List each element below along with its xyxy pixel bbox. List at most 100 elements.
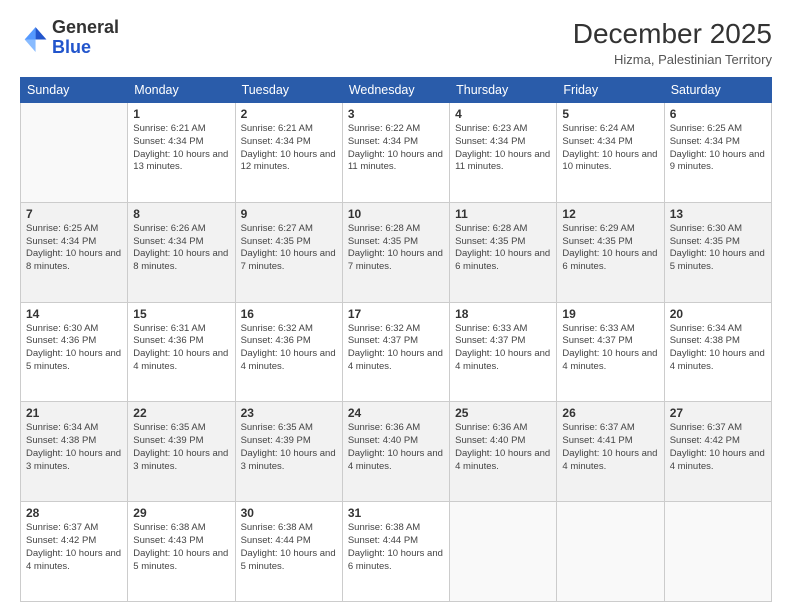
day-info: Sunrise: 6:36 AM Sunset: 4:40 PM Dayligh… [455, 422, 551, 473]
calendar-table: SundayMondayTuesdayWednesdayThursdayFrid… [20, 77, 772, 602]
calendar-cell: 2 Sunrise: 6:21 AM Sunset: 4:34 PM Daylig… [235, 103, 342, 203]
calendar-cell: 18 Sunrise: 6:33 AM Sunset: 4:37 PM Dayli… [450, 302, 557, 402]
logo-text: General Blue [52, 18, 119, 58]
day-number: 24 [348, 406, 444, 420]
calendar-cell: 15 Sunrise: 6:31 AM Sunset: 4:36 PM Dayli… [128, 302, 235, 402]
calendar-cell [557, 502, 664, 602]
day-info: Sunrise: 6:38 AM Sunset: 4:44 PM Dayligh… [348, 522, 444, 573]
calendar-cell: 1 Sunrise: 6:21 AM Sunset: 4:34 PM Daylig… [128, 103, 235, 203]
day-number: 15 [133, 307, 229, 321]
calendar-cell: 10 Sunrise: 6:28 AM Sunset: 4:35 PM Dayli… [342, 202, 449, 302]
day-info: Sunrise: 6:31 AM Sunset: 4:36 PM Dayligh… [133, 323, 229, 374]
day-number: 27 [670, 406, 766, 420]
calendar-cell: 14Sunrise: 6:30 AM Sunset: 4:36 PM Dayli… [21, 302, 128, 402]
calendar-cell: 26 Sunrise: 6:37 AM Sunset: 4:41 PM Dayli… [557, 402, 664, 502]
day-info: Sunrise: 6:32 AM Sunset: 4:37 PM Dayligh… [348, 323, 444, 374]
day-info: Sunrise: 6:25 AM Sunset: 4:34 PM Dayligh… [26, 223, 122, 274]
day-number: 19 [562, 307, 658, 321]
day-number: 7 [26, 207, 122, 221]
day-number: 1 [133, 107, 229, 121]
calendar-week-row: 14Sunrise: 6:30 AM Sunset: 4:36 PM Dayli… [21, 302, 772, 402]
day-info: Sunrise: 6:29 AM Sunset: 4:35 PM Dayligh… [562, 223, 658, 274]
logo-general-text: General [52, 17, 119, 37]
calendar-cell: 13 Sunrise: 6:30 AM Sunset: 4:35 PM Dayli… [664, 202, 771, 302]
calendar-cell: 17 Sunrise: 6:32 AM Sunset: 4:37 PM Dayli… [342, 302, 449, 402]
day-info: Sunrise: 6:37 AM Sunset: 4:41 PM Dayligh… [562, 422, 658, 473]
day-number: 25 [455, 406, 551, 420]
calendar-cell: 30 Sunrise: 6:38 AM Sunset: 4:44 PM Dayli… [235, 502, 342, 602]
day-info: Sunrise: 6:25 AM Sunset: 4:34 PM Dayligh… [670, 123, 766, 174]
day-info: Sunrise: 6:28 AM Sunset: 4:35 PM Dayligh… [348, 223, 444, 274]
day-number: 21 [26, 406, 122, 420]
day-info: Sunrise: 6:37 AM Sunset: 4:42 PM Dayligh… [26, 522, 122, 573]
header: General Blue December 2025 Hizma, Palest… [20, 18, 772, 67]
calendar-cell: 9Sunrise: 6:27 AM Sunset: 4:35 PM Daylig… [235, 202, 342, 302]
day-number: 18 [455, 307, 551, 321]
calendar-week-row: 21Sunrise: 6:34 AM Sunset: 4:38 PM Dayli… [21, 402, 772, 502]
calendar-week-row: 7 Sunrise: 6:25 AM Sunset: 4:34 PM Daylig… [21, 202, 772, 302]
day-number: 23 [241, 406, 337, 420]
day-number: 4 [455, 107, 551, 121]
calendar-cell: 16 Sunrise: 6:32 AM Sunset: 4:36 PM Dayli… [235, 302, 342, 402]
page: General Blue December 2025 Hizma, Palest… [0, 0, 792, 612]
day-info: Sunrise: 6:21 AM Sunset: 4:34 PM Dayligh… [133, 123, 229, 174]
calendar-cell: 24 Sunrise: 6:36 AM Sunset: 4:40 PM Dayli… [342, 402, 449, 502]
day-info: Sunrise: 6:27 AM Sunset: 4:35 PM Dayligh… [241, 223, 337, 274]
calendar-header-friday: Friday [557, 78, 664, 103]
day-info: Sunrise: 6:34 AM Sunset: 4:38 PM Dayligh… [670, 323, 766, 374]
day-number: 6 [670, 107, 766, 121]
calendar-header-sunday: Sunday [21, 78, 128, 103]
day-info: Sunrise: 6:26 AM Sunset: 4:34 PM Dayligh… [133, 223, 229, 274]
calendar-header-wednesday: Wednesday [342, 78, 449, 103]
logo: General Blue [20, 18, 119, 58]
day-info: Sunrise: 6:32 AM Sunset: 4:36 PM Dayligh… [241, 323, 337, 374]
calendar-cell [664, 502, 771, 602]
day-number: 28 [26, 506, 122, 520]
day-number: 29 [133, 506, 229, 520]
day-info: Sunrise: 6:33 AM Sunset: 4:37 PM Dayligh… [455, 323, 551, 374]
day-info: Sunrise: 6:28 AM Sunset: 4:35 PM Dayligh… [455, 223, 551, 274]
day-info: Sunrise: 6:33 AM Sunset: 4:37 PM Dayligh… [562, 323, 658, 374]
day-info: Sunrise: 6:36 AM Sunset: 4:40 PM Dayligh… [348, 422, 444, 473]
calendar-cell: 5Sunrise: 6:24 AM Sunset: 4:34 PM Daylig… [557, 103, 664, 203]
day-number: 2 [241, 107, 337, 121]
calendar-cell: 11 Sunrise: 6:28 AM Sunset: 4:35 PM Dayli… [450, 202, 557, 302]
calendar-cell: 28 Sunrise: 6:37 AM Sunset: 4:42 PM Dayli… [21, 502, 128, 602]
day-number: 30 [241, 506, 337, 520]
calendar-header-tuesday: Tuesday [235, 78, 342, 103]
month-year: December 2025 [573, 18, 772, 50]
day-number: 5 [562, 107, 658, 121]
day-number: 14 [26, 307, 122, 321]
calendar-cell [21, 103, 128, 203]
day-info: Sunrise: 6:30 AM Sunset: 4:35 PM Dayligh… [670, 223, 766, 274]
day-number: 26 [562, 406, 658, 420]
day-number: 16 [241, 307, 337, 321]
day-info: Sunrise: 6:37 AM Sunset: 4:42 PM Dayligh… [670, 422, 766, 473]
calendar-cell: 31 Sunrise: 6:38 AM Sunset: 4:44 PM Dayli… [342, 502, 449, 602]
calendar-cell: 21Sunrise: 6:34 AM Sunset: 4:38 PM Dayli… [21, 402, 128, 502]
calendar-cell: 8Sunrise: 6:26 AM Sunset: 4:34 PM Daylig… [128, 202, 235, 302]
calendar-cell: 23 Sunrise: 6:35 AM Sunset: 4:39 PM Dayli… [235, 402, 342, 502]
calendar-week-row: 28 Sunrise: 6:37 AM Sunset: 4:42 PM Dayli… [21, 502, 772, 602]
title-block: December 2025 Hizma, Palestinian Territo… [573, 18, 772, 67]
day-number: 31 [348, 506, 444, 520]
day-info: Sunrise: 6:38 AM Sunset: 4:43 PM Dayligh… [133, 522, 229, 573]
day-number: 10 [348, 207, 444, 221]
calendar-header-monday: Monday [128, 78, 235, 103]
calendar-cell [450, 502, 557, 602]
day-number: 13 [670, 207, 766, 221]
day-info: Sunrise: 6:38 AM Sunset: 4:44 PM Dayligh… [241, 522, 337, 573]
day-number: 20 [670, 307, 766, 321]
calendar-cell: 20 Sunrise: 6:34 AM Sunset: 4:38 PM Dayli… [664, 302, 771, 402]
day-info: Sunrise: 6:21 AM Sunset: 4:34 PM Dayligh… [241, 123, 337, 174]
day-info: Sunrise: 6:22 AM Sunset: 4:34 PM Dayligh… [348, 123, 444, 174]
calendar-week-row: 1 Sunrise: 6:21 AM Sunset: 4:34 PM Daylig… [21, 103, 772, 203]
day-number: 11 [455, 207, 551, 221]
calendar-header-row: SundayMondayTuesdayWednesdayThursdayFrid… [21, 78, 772, 103]
day-number: 17 [348, 307, 444, 321]
calendar-cell: 27 Sunrise: 6:37 AM Sunset: 4:42 PM Dayli… [664, 402, 771, 502]
day-info: Sunrise: 6:35 AM Sunset: 4:39 PM Dayligh… [241, 422, 337, 473]
day-number: 22 [133, 406, 229, 420]
calendar-cell: 19 Sunrise: 6:33 AM Sunset: 4:37 PM Dayli… [557, 302, 664, 402]
calendar-cell: 7 Sunrise: 6:25 AM Sunset: 4:34 PM Daylig… [21, 202, 128, 302]
